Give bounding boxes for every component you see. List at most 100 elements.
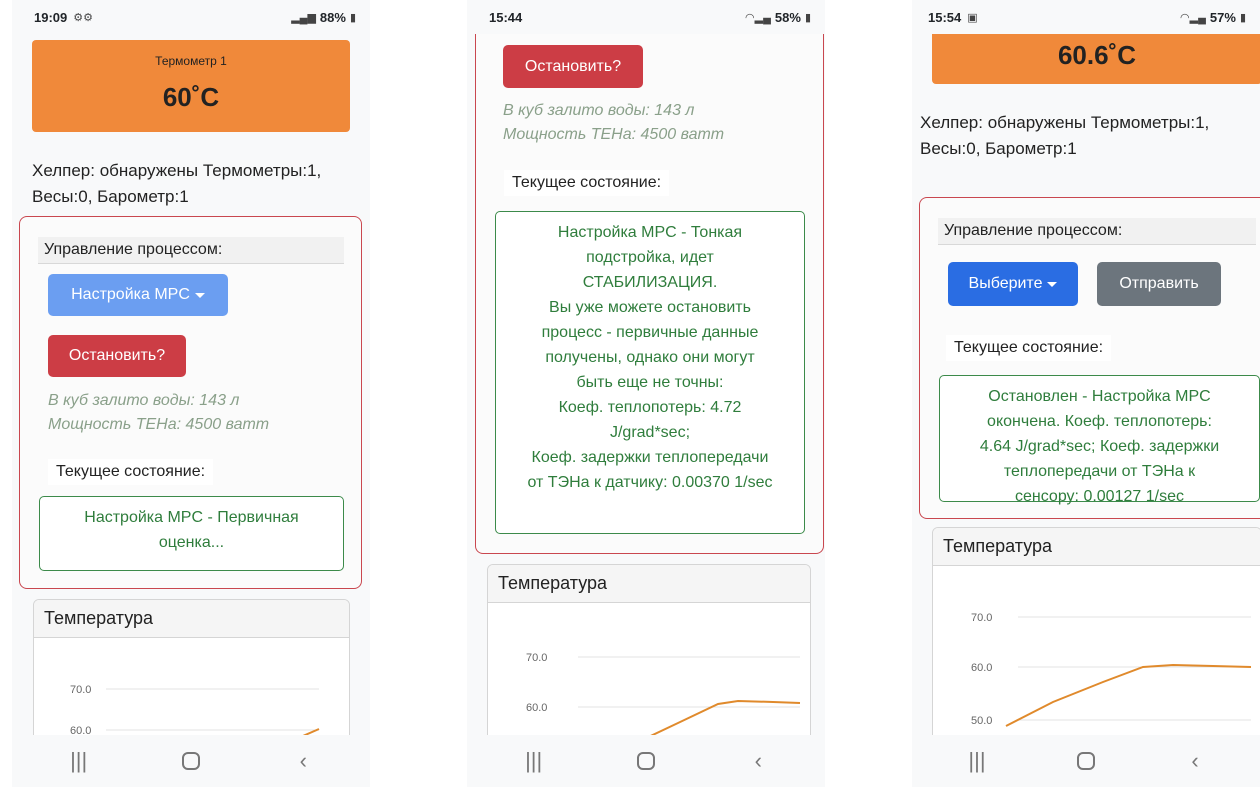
state-line: СТАБИЛИЗАЦИЯ. <box>582 274 718 291</box>
back-icon[interactable]: ‹ <box>1165 748 1225 774</box>
heater-power: Мощность ТЕНа: 4500 ватт <box>48 416 270 433</box>
phone-screen-2: 15:44 ◠▂▄ 58% ▮ Остановить? В куб залито в… <box>467 0 825 787</box>
chart-title: Температура <box>488 565 810 603</box>
recent-apps-icon[interactable]: ||| <box>504 748 564 774</box>
state-line: Коеф. теплопотерь: 4.72 <box>558 399 742 416</box>
notification-icon: ⚙⚙ <box>73 11 93 24</box>
state-label: Текущее состояние: <box>504 170 670 196</box>
state-label: Текущее состояние: <box>48 459 214 485</box>
state-line: получены, однако они могут <box>545 349 755 366</box>
caret-down-icon <box>1047 281 1058 287</box>
state-line: 4.64 J/grad*sec; Коеф. задержки <box>979 438 1220 455</box>
helper-line-1: Хелпер: обнаружены Термометры:1, <box>920 113 1210 132</box>
temperature-chart-card: Температура 70.0 60.0 <box>487 564 811 735</box>
water-volume: В куб залито воды: 143 л <box>503 102 695 119</box>
process-control-card: Управление процессом: Настройка MPC Оста… <box>19 216 362 589</box>
helper-line-2: Весы:0, Барометр:1 <box>32 187 189 206</box>
thermometer-temp: 60.6˚C <box>1057 40 1137 70</box>
temperature-chart-card: Температура 70.0 60.0 <box>33 599 350 735</box>
state-box: Настройка MPC - Тонкая подстройка, идет … <box>495 211 805 534</box>
screen: 19:09 ⚙⚙ ▂▄▆ 88% ▮ Термометр 1 60˚C Хелпер:… <box>12 0 370 787</box>
status-time: 15:54 <box>928 9 962 25</box>
wifi-icon: ◠▂▄ <box>1180 11 1206 24</box>
page-content: Термометр 1 60˚C Хелпер: обнаружены Терм… <box>12 34 370 735</box>
state-line: подстройка, идет <box>586 249 714 266</box>
nav-bar: ||| ‹ <box>912 735 1260 787</box>
stop-button-label: Остановить? <box>524 57 622 75</box>
recent-apps-icon[interactable]: ||| <box>49 748 109 774</box>
state-box: Настройка MPC - Первичная оценка... <box>39 496 344 571</box>
control-title: Управление процессом: <box>938 218 1256 245</box>
state-line: Коеф. задержки теплопередачи <box>531 449 769 466</box>
state-line: Остановлен - Настройка MPC <box>988 388 1211 405</box>
phone-screen-3: 15:54 ▣ ◠▂▄ 57% ▮ 60.6˚C Хелпер: обнаружены… <box>912 0 1260 787</box>
home-icon[interactable] <box>636 752 655 770</box>
process-info: В куб залито воды: 143 л Мощность ТЕНа: … <box>48 389 269 437</box>
state-label: Текущее состояние: <box>946 335 1112 361</box>
state-line: Настройка MPC - Тонкая <box>557 224 743 241</box>
back-icon[interactable]: ‹ <box>273 748 333 774</box>
thermometer-name: Термометр 1 <box>155 54 227 68</box>
status-time: 15:44 <box>489 9 523 25</box>
state-line: от ТЭНа к датчику: 0.00370 1/sec <box>527 474 773 491</box>
select-dropdown-button[interactable]: Выберите <box>948 262 1078 306</box>
y-tick-label: 60.0 <box>971 662 992 674</box>
state-line: процесс - первичные данные <box>541 324 759 341</box>
battery-icon: ▮ <box>349 11 356 24</box>
page-content: Остановить? В куб залито воды: 143 л Мощ… <box>467 34 825 735</box>
caret-down-icon <box>194 292 205 298</box>
y-tick-label: 50.0 <box>971 715 992 727</box>
home-icon[interactable] <box>181 752 200 770</box>
status-bar: 15:44 ◠▂▄ 58% ▮ <box>467 0 825 34</box>
recent-apps-icon[interactable]: ||| <box>947 748 1007 774</box>
battery-level: 58% <box>774 9 801 25</box>
state-line: сенсору: 0.00127 1/sec <box>1015 488 1184 505</box>
y-tick-label: 70.0 <box>526 652 547 664</box>
state-line: окончена. Коеф. теплопотерь: <box>987 413 1212 430</box>
signal-icon: ▂▄▆ <box>291 11 316 24</box>
screen: 15:44 ◠▂▄ 58% ▮ Остановить? В куб залито в… <box>467 0 825 787</box>
battery-level: 57% <box>1209 9 1236 25</box>
state-line: оценка... <box>158 534 225 551</box>
y-tick-label: 60.0 <box>526 702 547 714</box>
stop-button[interactable]: Остановить? <box>503 45 643 88</box>
temperature-line <box>1005 663 1252 727</box>
thermometer-card: Термометр 1 60˚C <box>32 40 350 132</box>
thermometer-temp: 60˚C <box>162 82 220 112</box>
temperature-chart: 70.0 60.0 <box>526 652 801 735</box>
temperature-chart: 70.0 60.0 <box>70 684 320 735</box>
screen: 15:54 ▣ ◠▂▄ 57% ▮ 60.6˚C Хелпер: обнаружены… <box>912 0 1260 787</box>
y-tick-label: 70.0 <box>70 684 91 696</box>
send-button[interactable]: Отправить <box>1097 262 1221 306</box>
image-notification-icon: ▣ <box>967 11 978 24</box>
chart-title: Температура <box>34 600 349 638</box>
temperature-chart: 70.0 60.0 50.0 <box>971 612 1252 727</box>
process-info: В куб залито воды: 143 л Мощность ТЕНа: … <box>503 99 724 147</box>
battery-level: 88% <box>319 9 346 25</box>
stop-button[interactable]: Остановить? <box>48 335 186 377</box>
nav-bar: ||| ‹ <box>467 735 825 787</box>
battery-icon: ▮ <box>1239 11 1246 24</box>
state-line: быть еще не точны: <box>576 374 724 391</box>
heater-power: Мощность ТЕНа: 4500 ватт <box>503 126 725 143</box>
mode-dropdown-button[interactable]: Настройка MPC <box>48 274 228 316</box>
state-box: Остановлен - Настройка MPC окончена. Кое… <box>939 375 1260 505</box>
state-line: Вы уже можете остановить <box>549 299 751 316</box>
temperature-chart-card: Температура 70.0 60.0 50.0 <box>932 527 1260 735</box>
helper-status: Хелпер: обнаружены Термометры:1, Весы:0,… <box>920 110 1209 162</box>
y-tick-label: 70.0 <box>971 612 992 624</box>
send-button-label: Отправить <box>1119 275 1199 292</box>
state-line: Настройка MPC - Первичная <box>84 509 299 526</box>
temperature-line <box>650 699 801 735</box>
helper-status: Хелпер: обнаружены Термометры:1, Весы:0,… <box>32 158 321 210</box>
control-title: Управление процессом: <box>38 237 344 264</box>
home-icon[interactable] <box>1077 752 1095 770</box>
back-icon[interactable]: ‹ <box>728 748 788 774</box>
status-bar: 19:09 ⚙⚙ ▂▄▆ 88% ▮ <box>12 0 370 34</box>
battery-icon: ▮ <box>804 11 811 24</box>
helper-line-1: Хелпер: обнаружены Термометры:1, <box>32 161 322 180</box>
wifi-icon: ◠▂▄ <box>745 11 771 24</box>
helper-line-2: Весы:0, Барометр:1 <box>920 139 1077 158</box>
phone-screen-1: 19:09 ⚙⚙ ▂▄▆ 88% ▮ Термометр 1 60˚C Хелпер:… <box>12 0 370 787</box>
state-line: теплопередачи от ТЭНа к <box>1003 463 1196 480</box>
